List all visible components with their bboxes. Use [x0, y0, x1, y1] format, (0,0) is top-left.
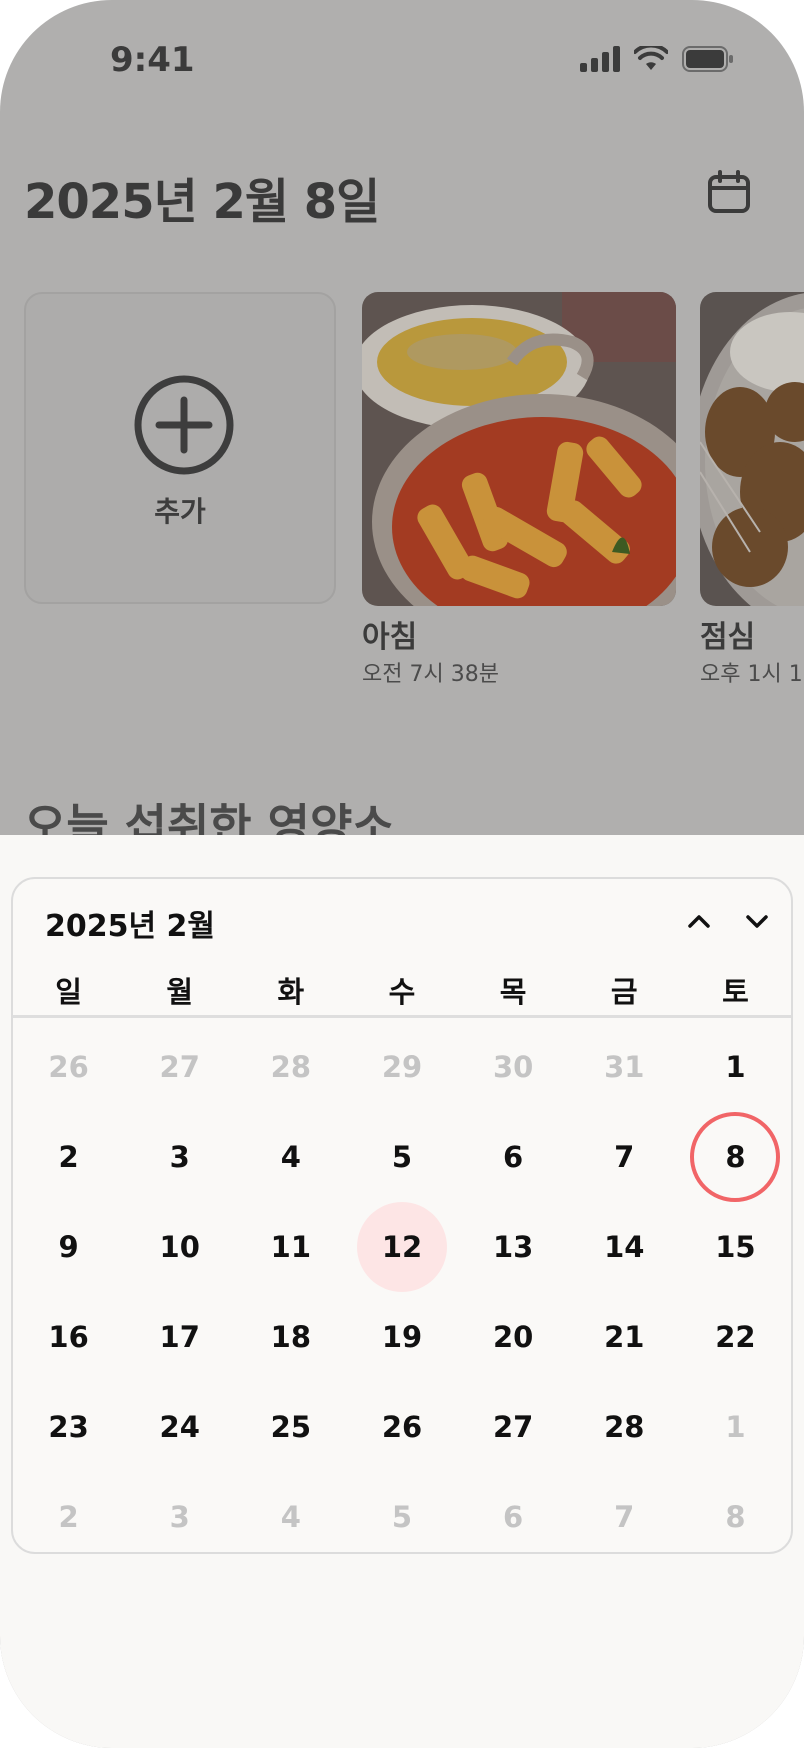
calendar-day-outside-month[interactable]: 26 — [13, 1022, 124, 1112]
meal-photo-breakfast[interactable] — [362, 292, 676, 606]
add-meal-card[interactable]: 추가 — [24, 292, 336, 604]
meal-photo-lunch[interactable] — [700, 292, 804, 606]
calendar-day-today[interactable]: 12 — [346, 1202, 457, 1292]
calendar-day-selected[interactable]: 8 — [680, 1112, 791, 1202]
calendar-day-outside-month[interactable]: 8 — [680, 1472, 791, 1562]
weekday-label: 수 — [388, 975, 416, 1009]
calendar-day[interactable]: 26 — [346, 1382, 457, 1472]
calendar-day[interactable]: 27 — [458, 1382, 569, 1472]
plus-circle-icon — [134, 375, 234, 475]
calendar-day-outside-month[interactable]: 27 — [124, 1022, 235, 1112]
calendar-day[interactable]: 6 — [458, 1112, 569, 1202]
calendar-day[interactable]: 20 — [458, 1292, 569, 1382]
calendar-day[interactable]: 3 — [124, 1112, 235, 1202]
calendar-week: 16 17 18 19 20 21 22 — [13, 1292, 791, 1382]
page-title: 2025년 2월 8일 — [24, 174, 380, 230]
calendar-day[interactable]: 24 — [124, 1382, 235, 1472]
calendar-day-outside-month[interactable]: 6 — [458, 1472, 569, 1562]
calendar-week: 2 3 4 5 6 7 8 — [13, 1112, 791, 1202]
calendar-day-outside-month[interactable]: 1 — [680, 1382, 791, 1472]
chevron-down-icon[interactable] — [737, 901, 777, 941]
weekday-label: 화 — [277, 975, 305, 1009]
weekday-header: 일 월 화 수 목 금 토 — [13, 969, 791, 1011]
calendar-card: 2025년 2월 일 월 화 수 목 금 토 26 27 28 29 30 31 — [11, 877, 793, 1554]
calendar-day-outside-month[interactable]: 7 — [569, 1472, 680, 1562]
calendar-grid: 26 27 28 29 30 31 1 2 3 4 5 6 7 8 9 10 1… — [13, 1022, 791, 1562]
calendar-week: 26 27 28 29 30 31 1 — [13, 1022, 791, 1112]
calendar-day[interactable]: 13 — [458, 1202, 569, 1292]
calendar-day[interactable]: 22 — [680, 1292, 791, 1382]
weekday-label: 금 — [610, 975, 638, 1009]
calendar-day[interactable]: 25 — [235, 1382, 346, 1472]
status-icons — [580, 46, 734, 72]
calendar-day[interactable]: 11 — [235, 1202, 346, 1292]
calendar-day[interactable]: 17 — [124, 1292, 235, 1382]
calendar-day[interactable]: 15 — [680, 1202, 791, 1292]
calendar-day[interactable]: 19 — [346, 1292, 457, 1382]
calendar-day-outside-month[interactable]: 30 — [458, 1022, 569, 1112]
calendar-day-outside-month[interactable]: 5 — [346, 1472, 457, 1562]
calendar-day[interactable]: 4 — [235, 1112, 346, 1202]
add-meal-label: 추가 — [154, 495, 206, 528]
weekday-label: 토 — [722, 975, 749, 1009]
calendar-day[interactable]: 14 — [569, 1202, 680, 1292]
calendar-day[interactable]: 18 — [235, 1292, 346, 1382]
chevron-up-icon[interactable] — [679, 901, 719, 941]
calendar-day[interactable]: 10 — [124, 1202, 235, 1292]
meal-title: 아침 — [362, 620, 418, 655]
signal-icon — [580, 46, 620, 72]
tonkatsu-image — [700, 292, 804, 606]
calendar-icon[interactable] — [706, 170, 752, 216]
calendar-day[interactable]: 7 — [569, 1112, 680, 1202]
calendar-day-outside-month[interactable]: 3 — [124, 1472, 235, 1562]
meal-title: 점심 — [700, 620, 756, 655]
calendar-day-outside-month[interactable]: 4 — [235, 1472, 346, 1562]
calendar-week: 2 3 4 5 6 7 8 — [13, 1472, 791, 1562]
battery-icon — [682, 46, 733, 72]
weekday-label: 목 — [499, 975, 527, 1009]
calendar-day[interactable]: 16 — [13, 1292, 124, 1382]
calendar-day-outside-month[interactable]: 2 — [13, 1472, 124, 1562]
tteokbokki-image — [362, 292, 676, 606]
calendar-divider — [13, 1015, 791, 1018]
calendar-day-outside-month[interactable]: 28 — [235, 1022, 346, 1112]
calendar-day[interactable]: 28 — [569, 1382, 680, 1472]
calendar-day[interactable]: 2 — [13, 1112, 124, 1202]
calendar-day[interactable]: 23 — [13, 1382, 124, 1472]
background-screen: 9:41 2025년 2월 8일 추가 아침 오전 7시 38분 점심 오후 1… — [0, 0, 804, 1748]
calendar-day-outside-month[interactable]: 31 — [569, 1022, 680, 1112]
calendar-week: 9 10 11 12 13 14 15 — [13, 1202, 791, 1292]
weekday-label: 월 — [166, 975, 194, 1009]
meal-time: 오전 7시 38분 — [362, 662, 499, 687]
calendar-day[interactable]: 9 — [13, 1202, 124, 1292]
calendar-week: 23 24 25 26 27 28 1 — [13, 1382, 791, 1472]
calendar-day[interactable]: 1 — [680, 1022, 791, 1112]
weekday-label: 일 — [55, 975, 82, 1009]
calendar-day[interactable]: 21 — [569, 1292, 680, 1382]
meal-time: 오후 1시 18 — [700, 662, 804, 687]
wifi-icon — [634, 46, 668, 70]
calendar-day-outside-month[interactable]: 29 — [346, 1022, 457, 1112]
calendar-month-title: 2025년 2월 — [45, 909, 216, 944]
status-time: 9:41 — [110, 40, 195, 80]
calendar-day[interactable]: 5 — [346, 1112, 457, 1202]
